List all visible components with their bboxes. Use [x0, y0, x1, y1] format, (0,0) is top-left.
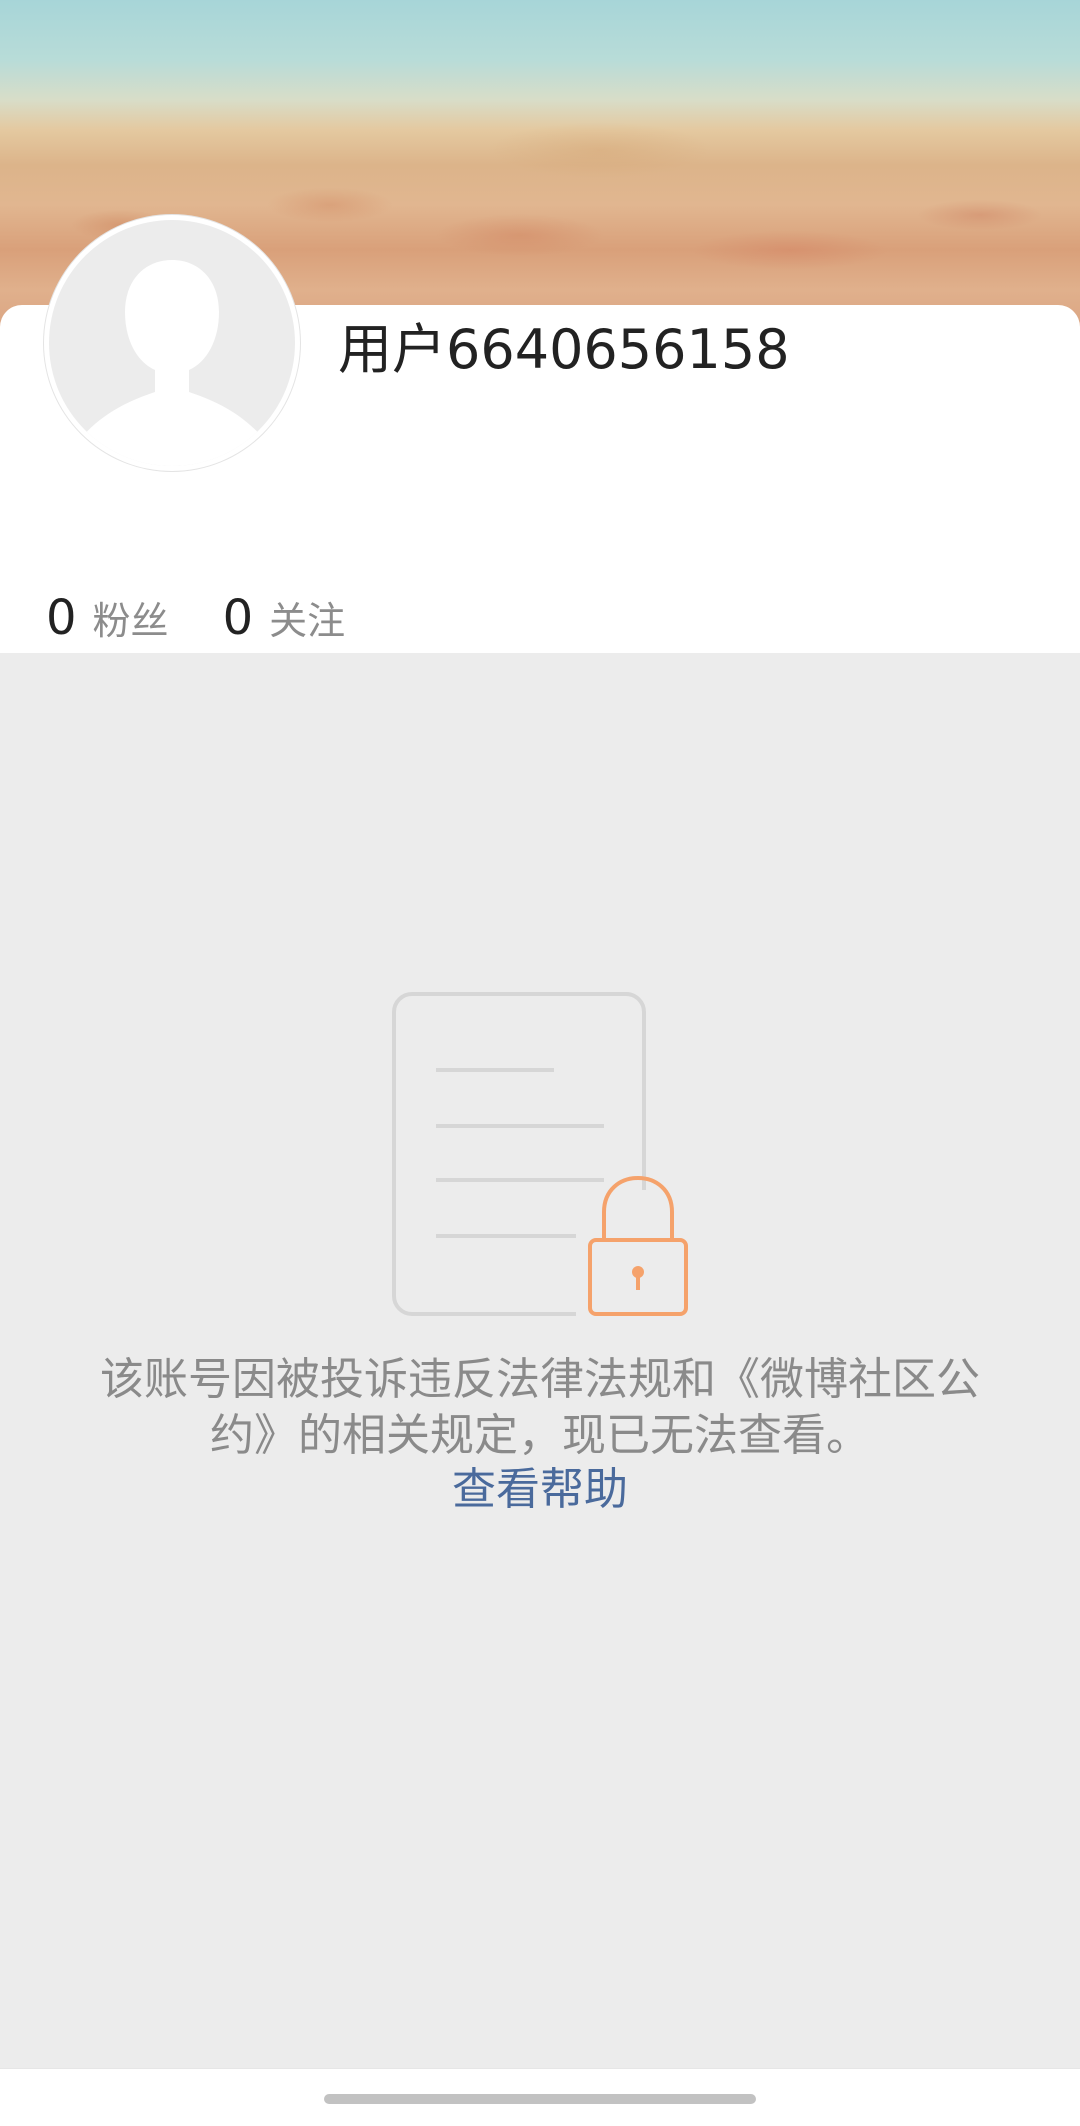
account-blocked-message: 该账号因被投诉违反法律法规和《微博社区公约》的相关规定，现已无法查看。 — [100, 1354, 980, 1461]
profile-stats: 0 粉丝 0 关注 — [46, 590, 399, 650]
fans-stat[interactable]: 0 粉丝 — [46, 590, 169, 646]
avatar[interactable] — [44, 215, 300, 471]
username: 用户6640656158 — [338, 318, 790, 381]
fans-count: 0 — [46, 590, 77, 646]
following-count: 0 — [222, 590, 254, 646]
following-stat[interactable]: 0 关注 — [223, 590, 346, 646]
home-indicator[interactable] — [324, 2094, 756, 2104]
fans-label: 粉丝 — [92, 599, 169, 643]
view-help-link[interactable]: 查看帮助 — [0, 1462, 1080, 1518]
locked-document-icon — [390, 990, 700, 1320]
following-label: 关注 — [269, 599, 346, 643]
avatar-image — [49, 220, 295, 466]
default-avatar-icon — [63, 260, 281, 466]
bottom-bar — [0, 2068, 1080, 2126]
